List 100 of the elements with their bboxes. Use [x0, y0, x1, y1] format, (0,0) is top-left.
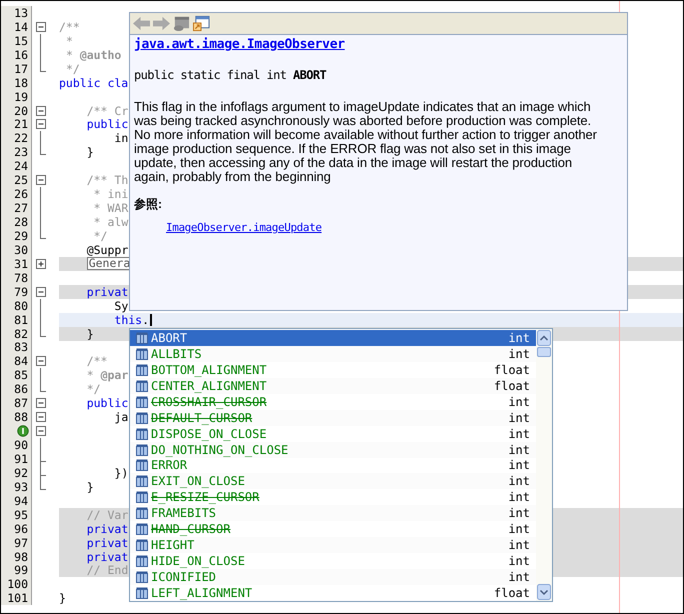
code-text: in [114, 131, 128, 146]
line-number: 91 [14, 452, 28, 466]
line-number: 78 [14, 270, 28, 285]
field-icon [136, 459, 148, 472]
code-comment: */ [94, 228, 108, 243]
collapse-icon[interactable] [36, 426, 46, 436]
field-icon [136, 491, 148, 504]
line-number: 94 [14, 494, 28, 508]
code-keyword: privat [86, 550, 128, 564]
field-signature: public static final int ABORT [134, 68, 326, 82]
field-icon [136, 571, 148, 584]
collapse-icon[interactable] [36, 175, 46, 186]
field-icon [136, 332, 148, 344]
code-text: } [86, 145, 94, 160]
line-number: 26 [14, 187, 28, 202]
javadoc-tag: @autho [80, 48, 122, 62]
code-comment: /** [59, 20, 80, 34]
browser-button[interactable] [192, 15, 211, 32]
code-comment: * [66, 34, 73, 48]
line-number: 86 [14, 382, 28, 396]
collapse-icon[interactable] [36, 398, 46, 408]
line-number: 17 [14, 62, 28, 76]
completion-item[interactable]: DEFAULT_CURSOR int [130, 410, 536, 426]
field-icon [136, 348, 148, 360]
line-number: 14 [14, 20, 28, 34]
line-number: 99 [14, 563, 28, 578]
class-link[interactable]: java.awt.image.ImageObserver [134, 37, 345, 52]
collapse-icon[interactable] [36, 22, 46, 32]
line-number: 83 [14, 340, 28, 354]
completion-item[interactable]: HEIGHT int [130, 537, 536, 554]
scrollbar[interactable] [536, 329, 552, 601]
line-number: 88 [14, 410, 28, 424]
line-number: 84 [14, 354, 28, 368]
line-number: 22 [14, 131, 28, 146]
collapse-icon[interactable] [36, 106, 46, 116]
field-icon [136, 555, 148, 568]
code-text: } [86, 326, 94, 341]
completion-item[interactable]: ICONIFIED int [130, 569, 536, 585]
line-number: 23 [14, 145, 28, 160]
completion-item[interactable]: HIDE_ON_CLOSE int [130, 553, 536, 570]
completion-item[interactable]: CROSSHAIR_CURSOR int [130, 394, 536, 410]
code-comment: * [66, 48, 73, 62]
code-comment: * WAR [94, 201, 128, 216]
completion-item[interactable]: CENTER_ALIGNMENT float [130, 378, 536, 394]
line-number: 97 [14, 536, 28, 550]
line-number: 27 [14, 201, 28, 216]
scroll-thumb[interactable] [537, 347, 551, 357]
field-icon [136, 586, 148, 599]
completion-item[interactable]: HAND_CURSOR int [130, 521, 536, 538]
field-icon [136, 523, 148, 536]
line-number: 31 [14, 256, 28, 271]
completion-item[interactable]: FRAMEBITS int [130, 505, 536, 522]
line-number: 85 [14, 368, 28, 382]
line-number: 28 [14, 215, 28, 230]
see-also-label: 参照: [134, 196, 162, 213]
collapse-icon[interactable] [36, 356, 46, 366]
code-text: ja [114, 410, 128, 424]
line-number: 93 [14, 480, 28, 494]
code-text: } [59, 591, 66, 606]
scroll-up-button[interactable] [537, 330, 551, 346]
line-number: 92 [14, 466, 28, 480]
collapse-icon[interactable] [36, 286, 46, 297]
expand-icon[interactable] [36, 258, 46, 269]
line-number: 87 [14, 396, 28, 410]
completion-item[interactable]: E_RESIZE_CURSOR int [130, 489, 536, 506]
annotation-icon[interactable] [17, 425, 29, 438]
completion-item[interactable]: ABORT int [130, 330, 536, 346]
line-number: 18 [14, 76, 28, 90]
line-number: 13 [14, 6, 28, 20]
code-comment: // End [86, 563, 128, 578]
line-number: 24 [14, 159, 28, 174]
collapse-icon[interactable] [36, 412, 46, 422]
line-number: 25 [14, 173, 28, 188]
see-also-link[interactable]: ImageObserver.imageUpdate [166, 221, 322, 234]
scroll-down-button[interactable] [537, 584, 551, 600]
completion-item[interactable]: ALLBITS int [130, 346, 536, 362]
line-number: 30 [14, 242, 28, 257]
code-text: @Suppr [86, 242, 128, 257]
completion-item[interactable]: DISPOSE_ON_CLOSE int [130, 426, 536, 442]
line-number: 80 [14, 298, 28, 313]
field-description: This flag in the infoflags argument to imageUpdate indicates that an image which was being tracked asynchronously was aborted before production was complete. No more information will become available without further action to trigger another image production sequence. If the ERROR flag was not also set in this image update, then accessing any of the data in the image will restart the production again, probably from the beginning [134, 100, 598, 184]
completion-item[interactable]: DO_NOTHING_ON_CLOSE int [130, 442, 536, 458]
line-number: 100 [7, 577, 28, 592]
field-icon [136, 475, 148, 488]
code-comment: */ [86, 382, 101, 396]
collapse-icon[interactable] [36, 119, 46, 130]
completion-item[interactable]: LEFT_ALIGNMENT float [130, 585, 536, 601]
completion-item[interactable]: ERROR int [130, 458, 536, 474]
field-icon [136, 364, 148, 376]
field-icon [136, 380, 148, 392]
code-text: } [86, 480, 94, 494]
completion-item[interactable]: BOTTOM_ALIGNMENT float [130, 362, 536, 378]
line-number: 96 [14, 522, 28, 536]
completion-item[interactable]: EXIT_ON_CLOSE int [130, 473, 536, 490]
javadoc-tag: @par [100, 368, 128, 382]
line-number: 21 [14, 117, 28, 132]
line-number: 82 [14, 326, 28, 341]
code-comment: * [86, 368, 94, 382]
line-number: 15 [14, 34, 28, 48]
line-number: 90 [14, 438, 28, 452]
